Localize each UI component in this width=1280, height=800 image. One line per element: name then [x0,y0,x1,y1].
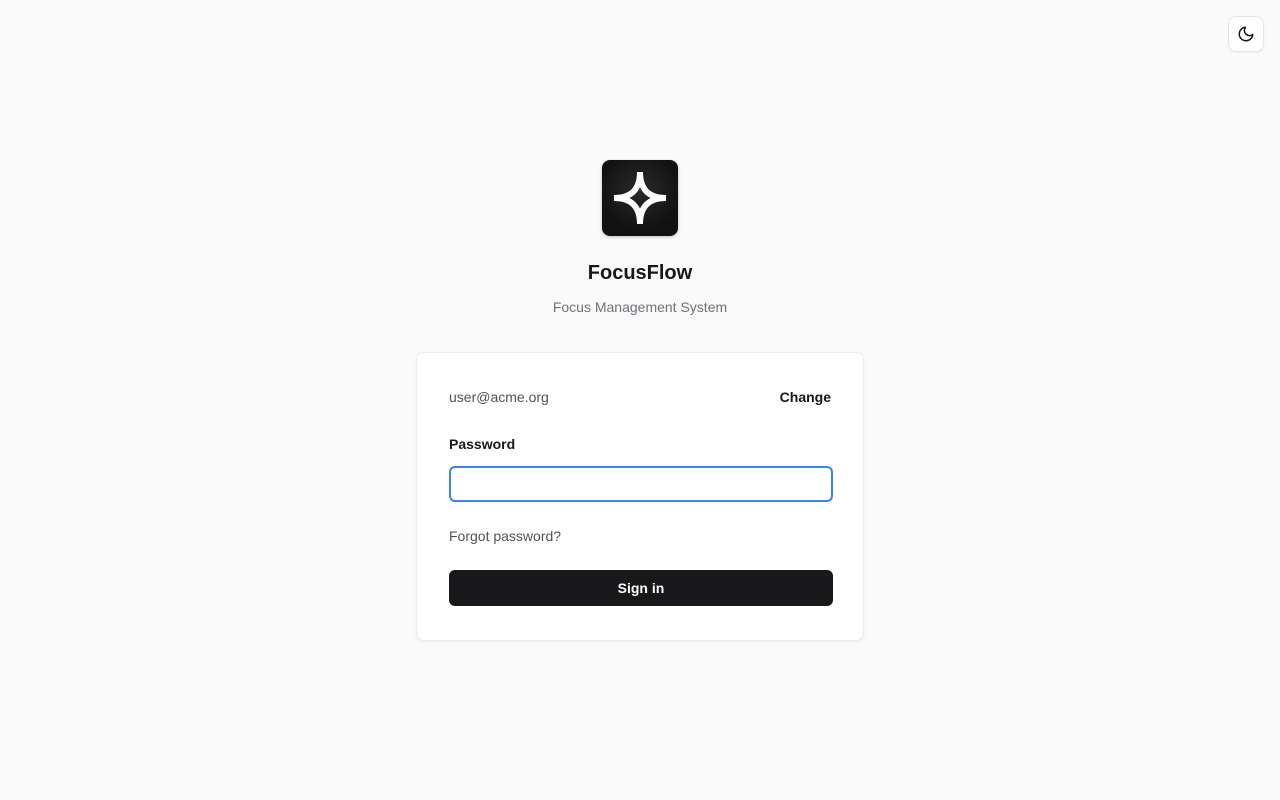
change-email-link[interactable]: Change [780,389,831,405]
moon-icon [1238,26,1254,42]
brand-header: FocusFlow Focus Management System [0,160,1280,317]
user-email: user@acme.org [449,389,549,405]
theme-toggle-button[interactable] [1228,16,1264,52]
password-input[interactable] [449,466,833,502]
app-logo [602,160,678,236]
login-card: user@acme.org Change Password Forgot pas… [416,352,864,641]
login-page: FocusFlow Focus Management System user@a… [0,0,1280,800]
forgot-password-link[interactable]: Forgot password? [449,526,831,546]
sign-in-button[interactable]: Sign in [449,570,833,606]
app-tagline: Focus Management System [552,299,728,315]
app-name: FocusFlow [587,262,693,284]
email-row: user@acme.org Change [449,385,831,409]
password-label: Password [449,436,516,452]
sparkle-icon [613,171,667,225]
